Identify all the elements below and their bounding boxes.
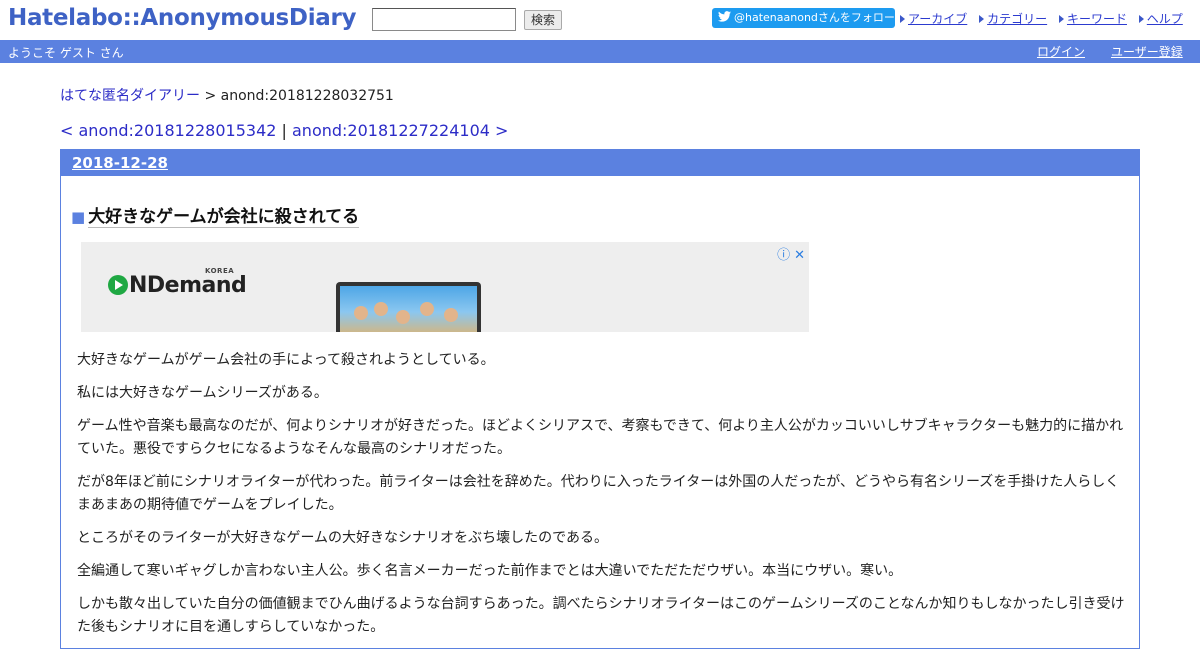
ad-brand-text: NDemand [129,273,247,298]
site-logo[interactable]: Hatelabo::AnonymousDiary [8,5,357,31]
play-icon [108,275,128,295]
breadcrumb-separator: > [200,88,221,104]
breadcrumb-current: anond:20181228032751 [220,88,394,104]
triangle-icon [1058,15,1064,23]
prev-entry-link[interactable]: < anond:20181228015342 [60,121,276,140]
day-date-link[interactable]: 2018-12-28 [72,154,168,172]
entry-permalink-mark[interactable]: ■ [71,208,85,226]
ad-info-icon[interactable]: ⓘ [777,248,790,263]
nav-keyword[interactable]: キーワード [1058,12,1127,26]
ad-close-icon[interactable]: ✕ [794,248,805,263]
user-bar: ようこそ ゲスト さん ログイン ユーザー登録 [0,40,1200,63]
pager-separator: | [276,121,292,140]
search-button[interactable]: 検索 [524,10,562,30]
entry-paragraph: だが8年ほど前にシナリオライターが代わった。前ライターは会社を辞めた。代わりに入… [77,474,1120,513]
search-input[interactable] [372,8,516,31]
ad-brand-logo: ONDemand KOREA [108,267,247,298]
twitter-follow-button[interactable]: @hatenaanondさんをフォロー [712,8,895,28]
day-section: 2018-12-28 ■大好きなゲームが会社に殺されてる ONDemand KO… [60,149,1140,649]
entry-paragraph: ところがそのライターが大好きなゲームの大好きなシナリオをぶち壊したのである。 [77,530,609,546]
twitter-follow-label: @hatenaanondさんをフォロー [734,11,895,24]
entry-paragraph: 大好きなゲームがゲーム会社の手によって殺されようとしている。 [77,352,495,368]
breadcrumb-home-link[interactable]: はてな匿名ダイアリー [60,88,200,104]
login-link[interactable]: ログイン [1037,43,1085,60]
entry-pager: < anond:20181228015342 | anond:201812272… [60,121,508,140]
entry-title: ■ 大好きなゲームが会社に殺されてる [71,202,360,228]
ad-controls: ⓘ ✕ [777,244,805,263]
ad-banner[interactable]: ONDemand KOREA ⓘ✕ [81,242,809,332]
top-header: Hatelabo::AnonymousDiary 検索 @hatenaanond… [0,0,1200,40]
top-nav-links: アーカイブ カテゴリー キーワード ヘルプ [900,10,1191,27]
entry-paragraph: しかも散々出していた自分の価値観までひん曲げるような台詞すらあった。調べたらシナ… [77,596,1125,635]
nav-help[interactable]: ヘルプ [1138,12,1183,26]
twitter-bird-icon [718,11,731,22]
entry-body: 大好きなゲームがゲーム会社の手によって殺されようとしている。 私には大好きなゲー… [77,349,1129,649]
nav-help-link[interactable]: ヘルプ [1147,12,1183,26]
welcome-text: ようこそ ゲスト さん [8,46,124,60]
nav-archive[interactable]: アーカイブ [900,12,967,26]
entry-paragraph: 私には大好きなゲームシリーズがある。 [77,385,328,401]
entry-paragraph: 全編通して寒いギャグしか言わない主人公。歩く名言メーカーだった前作までとは大違い… [77,563,903,579]
triangle-icon [979,15,985,23]
nav-keyword-link[interactable]: キーワード [1067,12,1127,26]
entry-paragraph: ゲーム性や音楽も最高なのだが、何よりシナリオが好きだった。ほどよくシリアスで、考… [77,418,1124,457]
next-entry-link[interactable]: anond:20181227224104 > [292,121,508,140]
nav-category-link[interactable]: カテゴリー [987,12,1047,26]
triangle-icon [1138,15,1144,23]
ad-region-label: KOREA [205,267,235,275]
nav-archive-link[interactable]: アーカイブ [908,12,967,26]
ad-laptop-image [336,282,481,332]
triangle-icon [900,15,905,23]
entry-title-text: 大好きなゲームが会社に殺されてる [88,207,360,228]
day-header: 2018-12-28 [61,150,1139,176]
breadcrumb: はてな匿名ダイアリー > anond:20181228032751 [60,85,394,105]
nav-category[interactable]: カテゴリー [979,12,1047,26]
register-link[interactable]: ユーザー登録 [1111,43,1183,60]
